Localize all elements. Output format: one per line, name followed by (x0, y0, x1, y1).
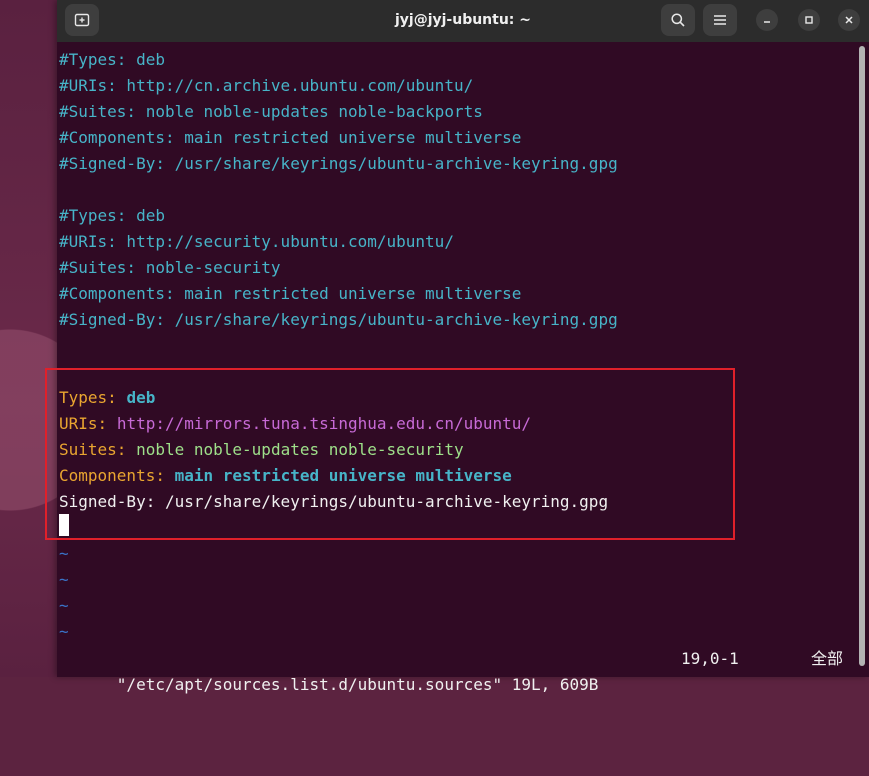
empty-line-marker: ~ (59, 596, 69, 615)
comment-components-line: #Components: main restricted universe mu… (59, 284, 522, 303)
maximize-button[interactable] (798, 9, 820, 31)
close-button[interactable] (838, 9, 860, 31)
uris-line: URIs: http://mirrors.tuna.tsinghua.edu.c… (59, 411, 531, 437)
comment-types-line: #Types: deb (59, 206, 165, 225)
comment-uris-line: #URIs: http://cn.archive.ubuntu.com/ubun… (59, 76, 474, 95)
suites-key: Suites: (59, 440, 127, 459)
title-bar[interactable]: jyj@jyj-ubuntu: ~ (57, 0, 869, 42)
suites-line: Suites: noble noble-updates noble-securi… (59, 437, 464, 463)
empty-line-marker: ~ (59, 622, 69, 641)
uris-key: URIs: (59, 414, 108, 433)
comment-suites-line: #Suites: noble noble-updates noble-backp… (59, 102, 483, 121)
signed-by-line: Signed-By: /usr/share/keyrings/ubuntu-ar… (59, 492, 609, 511)
comment-uris-line: #URIs: http://security.ubuntu.com/ubuntu… (59, 232, 454, 251)
scrollbar[interactable] (859, 46, 865, 666)
search-icon (671, 13, 685, 27)
new-tab-icon (74, 13, 90, 27)
uris-value: http://mirrors.tuna.tsinghua.edu.cn/ubun… (116, 414, 532, 433)
comment-suites-line: #Suites: noble-security (59, 258, 281, 277)
comment-signed-by-line: #Signed-By: /usr/share/keyrings/ubuntu-a… (59, 310, 618, 329)
status-scroll-indicator: 全部 (811, 649, 844, 668)
minimize-button[interactable] (756, 9, 778, 31)
comment-signed-by-line: #Signed-By: /usr/share/keyrings/ubuntu-a… (59, 154, 618, 173)
status-cursor-position: 19,0-1 (681, 649, 739, 668)
terminal-window[interactable]: jyj@jyj-ubuntu: ~ #Types: deb #URIs: htt… (45, 0, 869, 694)
empty-line-marker: ~ (59, 570, 69, 589)
maximize-icon (805, 16, 813, 24)
search-button[interactable] (661, 4, 695, 36)
window-title: jyj@jyj-ubuntu: ~ (394, 12, 532, 28)
minimize-icon (764, 21, 770, 23)
components-line: Components: main restricted universe mul… (59, 463, 512, 489)
components-value: main restricted universe multiverse (174, 466, 512, 485)
types-key: Types: (59, 388, 117, 407)
terminal-text-area[interactable]: #Types: deb #URIs: http://cn.archive.ubu… (45, 42, 857, 694)
suites-value: noble noble-updates noble-security (136, 440, 464, 459)
hamburger-menu-icon (714, 15, 726, 25)
types-value: deb (126, 388, 156, 407)
components-key: Components: (59, 466, 165, 485)
status-file-info: "/etc/apt/sources.list.d/ubuntu.sources"… (116, 675, 599, 694)
close-icon (845, 16, 853, 24)
text-cursor (59, 514, 69, 536)
vim-status-line: "/etc/apt/sources.list.d/ubuntu.sources"… (59, 646, 849, 694)
types-line: Types: deb (59, 385, 155, 411)
new-tab-button[interactable] (65, 4, 99, 36)
comment-components-line: #Components: main restricted universe mu… (59, 128, 522, 147)
empty-line-marker: ~ (59, 544, 69, 563)
comment-types-line: #Types: deb (59, 50, 165, 69)
menu-button[interactable] (703, 4, 737, 36)
